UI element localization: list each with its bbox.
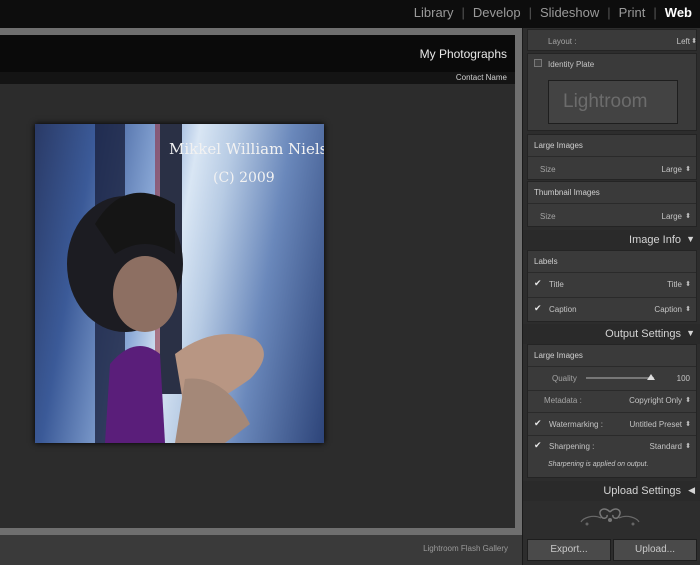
- large-images-size-label: Size: [540, 165, 556, 174]
- layout-value[interactable]: Left: [677, 37, 690, 46]
- module-separator: |: [528, 5, 532, 20]
- module-picker: Library | Develop | Slideshow | Print | …: [414, 5, 692, 20]
- module-separator: |: [461, 5, 465, 20]
- module-print[interactable]: Print: [619, 5, 646, 20]
- upload-settings-title: Upload Settings: [603, 485, 681, 497]
- panel-end-ornament-icon: [580, 508, 640, 526]
- title-label: Title: [549, 280, 564, 289]
- stepper-icon: ⬍: [691, 38, 697, 45]
- quality-slider[interactable]: [586, 374, 655, 380]
- preview-area: My Photographs Contact Name Mikkel Willi…: [0, 28, 522, 547]
- caption-checkbox[interactable]: ✔: [534, 304, 543, 313]
- divider: [528, 412, 696, 413]
- watermarking-label: Watermarking :: [549, 420, 603, 429]
- divider: [528, 390, 696, 391]
- divider: [528, 203, 696, 204]
- thumbnail-images-box: Thumbnail Images Size Large ⬍: [527, 181, 697, 227]
- output-large-images-header: Large Images: [534, 351, 583, 360]
- web-gallery-preview: My Photographs Contact Name Mikkel Willi…: [0, 35, 515, 547]
- expanded-triangle-icon: ▼: [686, 328, 695, 338]
- photo-scene: [67, 124, 264, 443]
- metadata-value[interactable]: Copyright Only: [629, 396, 682, 405]
- large-images-box: Large Images Size Large ⬍: [527, 134, 697, 180]
- quality-row: Quality 100: [528, 367, 696, 389]
- divider: [528, 297, 696, 298]
- module-separator: |: [607, 5, 611, 20]
- identity-plate-text: Lightroom: [563, 91, 648, 112]
- layout-row[interactable]: Layout : Left ⬍: [527, 29, 697, 51]
- metadata-label: Metadata :: [544, 396, 582, 405]
- watermarking-value[interactable]: Untitled Preset: [630, 420, 682, 429]
- stepper-icon: ⬍: [685, 421, 691, 428]
- module-library[interactable]: Library: [414, 5, 454, 20]
- module-picker-bar: Library | Develop | Slideshow | Print | …: [0, 0, 700, 28]
- upload-settings-section-header[interactable]: Upload Settings ◀: [523, 481, 700, 501]
- quality-label: Quality: [552, 374, 577, 383]
- module-slideshow[interactable]: Slideshow: [540, 5, 599, 20]
- identity-plate-checkbox[interactable]: [534, 59, 542, 67]
- contact-name[interactable]: Contact Name: [456, 73, 507, 82]
- sharpening-note: Sharpening is applied on output.: [548, 461, 649, 468]
- sharpening-value[interactable]: Standard: [650, 442, 682, 451]
- watermark-name: Mikkel William Nielsen: [169, 140, 324, 158]
- module-web[interactable]: Web: [665, 5, 692, 20]
- layout-label: Layout :: [548, 37, 577, 46]
- caption-label: Caption: [549, 305, 577, 314]
- identity-plate-box: Identity Plate Lightroom: [527, 53, 697, 131]
- thumbnail-images-size-value[interactable]: Large: [662, 212, 682, 221]
- title-value[interactable]: Title: [667, 280, 682, 289]
- right-panel: Layout : Left ⬍ Identity Plate Lightroom…: [522, 28, 700, 565]
- image-info-box: Labels ✔ Title Title ⬍ ✔ Caption Caption…: [527, 250, 697, 322]
- sharpening-label: Sharpening :: [549, 442, 595, 451]
- expanded-triangle-icon: ▼: [686, 234, 695, 244]
- large-images-header: Large Images: [534, 141, 583, 150]
- stepper-icon: ⬍: [685, 166, 691, 173]
- sharpening-checkbox[interactable]: ✔: [534, 441, 543, 450]
- stepper-icon: ⬍: [685, 213, 691, 220]
- image-info-section-header[interactable]: Image Info ▼: [523, 230, 700, 250]
- stepper-icon: ⬍: [685, 397, 691, 404]
- site-title[interactable]: My Photographs: [420, 47, 507, 61]
- gallery-header: My Photographs: [0, 35, 515, 72]
- title-checkbox[interactable]: ✔: [534, 279, 543, 288]
- module-develop[interactable]: Develop: [473, 5, 521, 20]
- gallery-style-name: Lightroom Flash Gallery: [423, 544, 508, 553]
- caption-value[interactable]: Caption: [654, 305, 682, 314]
- stepper-icon: ⬍: [685, 281, 691, 288]
- large-image-photo[interactable]: Mikkel William Nielsen (C) 2009: [35, 124, 324, 443]
- thumbnail-images-header: Thumbnail Images: [534, 188, 600, 197]
- collapsed-triangle-icon: ◀: [688, 485, 695, 495]
- divider: [528, 435, 696, 436]
- quality-slider-thumb[interactable]: [646, 374, 655, 380]
- identity-plate-label: Identity Plate: [548, 60, 595, 69]
- upload-button[interactable]: Upload...: [613, 539, 697, 561]
- identity-plate-preview[interactable]: Lightroom: [548, 80, 678, 124]
- divider: [528, 156, 696, 157]
- stepper-icon: ⬍: [685, 443, 691, 450]
- quality-value[interactable]: 100: [677, 374, 690, 383]
- gallery-stage: Mikkel William Nielsen (C) 2009: [0, 84, 515, 547]
- large-images-size-value[interactable]: Large: [662, 165, 682, 174]
- export-button[interactable]: Export...: [527, 539, 611, 561]
- thumbnail-images-size-label: Size: [540, 212, 556, 221]
- module-separator: |: [653, 5, 657, 20]
- watermark-copyright: (C) 2009: [213, 170, 275, 186]
- stepper-icon: ⬍: [685, 306, 691, 313]
- labels-header: Labels: [534, 257, 558, 266]
- image-info-title: Image Info: [629, 234, 681, 246]
- divider: [528, 272, 696, 273]
- output-settings-title: Output Settings: [605, 328, 681, 340]
- preview-footer: Lightroom Flash Gallery: [0, 535, 522, 565]
- output-settings-section-header[interactable]: Output Settings ▼: [523, 324, 700, 344]
- contact-bar: Contact Name: [0, 72, 515, 84]
- watermarking-checkbox[interactable]: ✔: [534, 419, 543, 428]
- output-settings-box: Large Images Quality 100 Metadata : Copy…: [527, 344, 697, 478]
